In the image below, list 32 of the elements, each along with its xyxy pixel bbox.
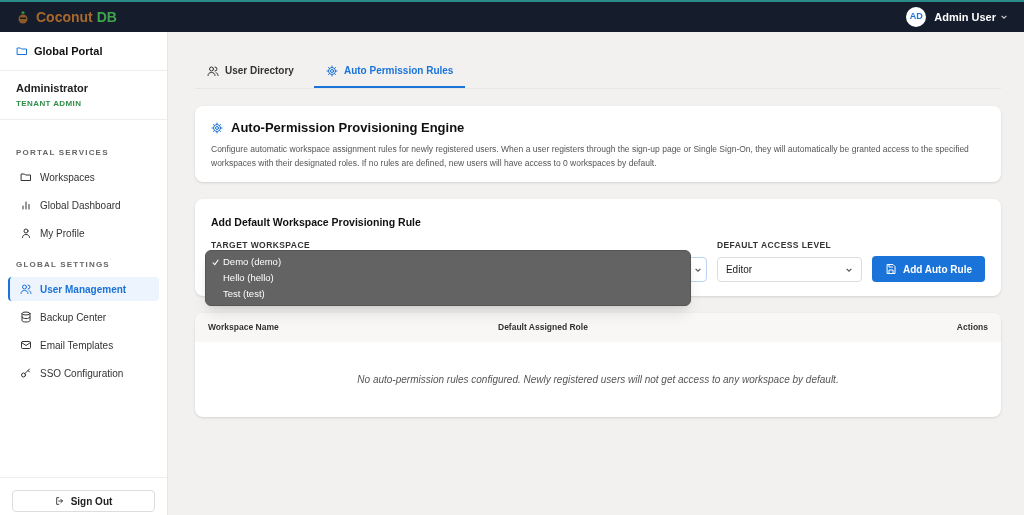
intro-description: Configure automatic workspace assignment rules for newly registered users. When a user registers through the sign-up page or Single Sign-On, they will automatically be granted access to the specified workspaces with their designated roles. If no rules are defined, new users will have access to 0 workspaces by default. <box>211 142 970 170</box>
section-heading: GLOBAL SETTINGS <box>15 259 111 271</box>
dropdown-option[interactable]: Test (test) <box>206 286 690 303</box>
card-title: Auto-Permission Provisioning Engine <box>231 119 465 137</box>
sidebar-item[interactable]: Workspaces <box>8 165 159 189</box>
dropdown-option[interactable]: Hello (hello) <box>206 270 690 287</box>
brand-name: Coconut DB <box>36 8 117 27</box>
sidebar-item[interactable]: Email Templates <box>8 333 159 357</box>
user-menu-button[interactable]: Admin User <box>934 8 1008 26</box>
sidebar-item[interactable]: My Profile <box>8 221 159 245</box>
column-header: Workspace Name <box>208 321 280 334</box>
section-heading: PORTAL SERVICES <box>15 147 110 159</box>
add-auto-rule-button[interactable]: Add Auto Rule <box>871 256 985 282</box>
field-label: TARGET WORKSPACE <box>211 239 312 252</box>
role-label: TENANT ADMIN <box>16 98 83 111</box>
role-name: Administrator <box>16 80 90 96</box>
form-title: Add Default Workspace Provisioning Rule <box>211 214 422 230</box>
tab[interactable]: User Directory <box>195 55 306 88</box>
column-header: Actions <box>956 321 988 334</box>
empty-state-message: No auto-permission rules configured. Newly registered users will not get access to any workspace by default. <box>357 373 839 387</box>
sidebar-item[interactable]: User Management <box>8 277 159 301</box>
column-header: Default Assigned Role <box>498 321 589 334</box>
access-level-select[interactable]: Editor <box>716 257 862 282</box>
portal-title: Global Portal <box>34 43 103 59</box>
sidebar-item[interactable]: Backup Center <box>8 305 159 329</box>
field-label: DEFAULT ACCESS LEVEL <box>716 239 833 252</box>
tab[interactable]: Auto Permission Rules <box>313 55 466 88</box>
sidebar-item[interactable]: Global Dashboard <box>8 193 159 217</box>
dropdown-option[interactable]: Demo (demo) <box>206 254 690 271</box>
sign-out-button[interactable]: Sign Out <box>12 490 155 512</box>
sidebar-item[interactable]: SSO Configuration <box>8 361 159 385</box>
user-avatar[interactable]: AD <box>906 7 927 27</box>
